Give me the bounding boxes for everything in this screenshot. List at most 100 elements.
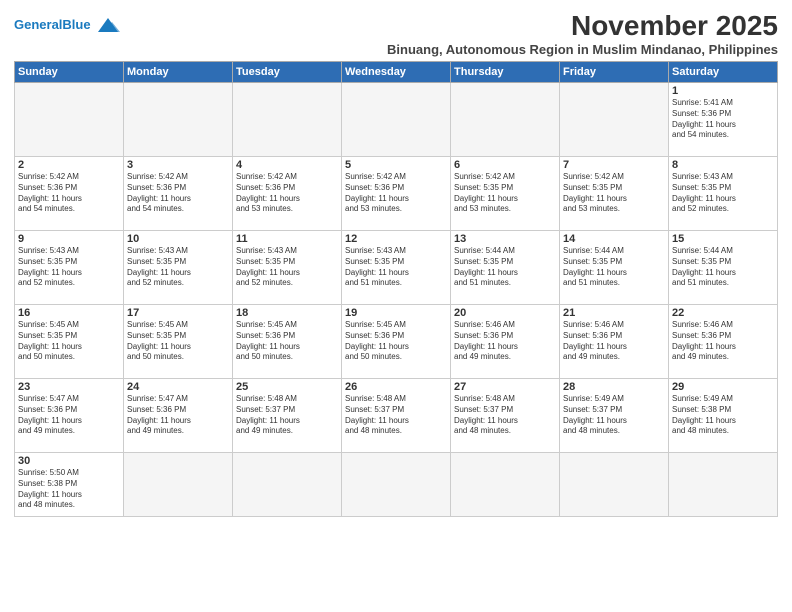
day-info: Sunrise: 5:49 AM Sunset: 5:38 PM Dayligh…: [672, 394, 774, 437]
weekday-header: Thursday: [451, 62, 560, 83]
calendar-cell: [451, 453, 560, 517]
title-block: November 2025 Binuang, Autonomous Region…: [387, 10, 778, 57]
calendar-cell: [233, 453, 342, 517]
day-info: Sunrise: 5:46 AM Sunset: 5:36 PM Dayligh…: [454, 320, 556, 363]
calendar-cell: 11Sunrise: 5:43 AM Sunset: 5:35 PM Dayli…: [233, 231, 342, 305]
day-info: Sunrise: 5:43 AM Sunset: 5:35 PM Dayligh…: [18, 246, 120, 289]
calendar-cell: 12Sunrise: 5:43 AM Sunset: 5:35 PM Dayli…: [342, 231, 451, 305]
day-number: 23: [18, 381, 120, 393]
header: GeneralBlue November 2025 Binuang, Auton…: [14, 10, 778, 57]
day-number: 25: [236, 381, 338, 393]
subtitle: Binuang, Autonomous Region in Muslim Min…: [387, 42, 778, 57]
day-number: 26: [345, 381, 447, 393]
calendar-cell: [124, 83, 233, 157]
day-number: 17: [127, 307, 229, 319]
day-number: 6: [454, 159, 556, 171]
day-number: 27: [454, 381, 556, 393]
day-number: 11: [236, 233, 338, 245]
day-number: 14: [563, 233, 665, 245]
day-number: 9: [18, 233, 120, 245]
weekday-header: Tuesday: [233, 62, 342, 83]
calendar-week-row: 30Sunrise: 5:50 AM Sunset: 5:38 PM Dayli…: [15, 453, 778, 517]
day-info: Sunrise: 5:43 AM Sunset: 5:35 PM Dayligh…: [236, 246, 338, 289]
day-info: Sunrise: 5:48 AM Sunset: 5:37 PM Dayligh…: [345, 394, 447, 437]
calendar-cell: [560, 453, 669, 517]
calendar-cell: 24Sunrise: 5:47 AM Sunset: 5:36 PM Dayli…: [124, 379, 233, 453]
calendar-cell: 29Sunrise: 5:49 AM Sunset: 5:38 PM Dayli…: [669, 379, 778, 453]
weekday-header: Wednesday: [342, 62, 451, 83]
calendar-cell: 19Sunrise: 5:45 AM Sunset: 5:36 PM Dayli…: [342, 305, 451, 379]
calendar-cell: [124, 453, 233, 517]
day-number: 13: [454, 233, 556, 245]
day-number: 2: [18, 159, 120, 171]
calendar-cell: [15, 83, 124, 157]
calendar-table: SundayMondayTuesdayWednesdayThursdayFrid…: [14, 61, 778, 517]
day-number: 7: [563, 159, 665, 171]
day-info: Sunrise: 5:41 AM Sunset: 5:36 PM Dayligh…: [672, 98, 774, 141]
weekday-header: Friday: [560, 62, 669, 83]
calendar-week-row: 2 Sunrise: 5:42 AM Sunset: 5:36 PM Daylig…: [15, 157, 778, 231]
calendar-week-row: 1Sunrise: 5:41 AM Sunset: 5:36 PM Daylig…: [15, 83, 778, 157]
calendar-cell: [342, 453, 451, 517]
calendar-cell: 21Sunrise: 5:46 AM Sunset: 5:36 PM Dayli…: [560, 305, 669, 379]
calendar-cell: [342, 83, 451, 157]
day-number: 15: [672, 233, 774, 245]
day-number: 1: [672, 85, 774, 97]
calendar-cell: 15Sunrise: 5:44 AM Sunset: 5:35 PM Dayli…: [669, 231, 778, 305]
day-info: Sunrise: 5:46 AM Sunset: 5:36 PM Dayligh…: [563, 320, 665, 363]
calendar-cell: 2Sunrise: 5:42 AM Sunset: 5:36 PM Daylig…: [15, 157, 124, 231]
day-info: Sunrise: 5:43 AM Sunset: 5:35 PM Dayligh…: [127, 246, 229, 289]
day-info: Sunrise: 5:44 AM Sunset: 5:35 PM Dayligh…: [563, 246, 665, 289]
month-title: November 2025: [387, 10, 778, 42]
day-info: Sunrise: 5:44 AM Sunset: 5:35 PM Dayligh…: [454, 246, 556, 289]
day-number: 21: [563, 307, 665, 319]
calendar-cell: 5Sunrise: 5:42 AM Sunset: 5:36 PM Daylig…: [342, 157, 451, 231]
day-number: 24: [127, 381, 229, 393]
day-info: Sunrise: 5:48 AM Sunset: 5:37 PM Dayligh…: [454, 394, 556, 437]
day-number: 19: [345, 307, 447, 319]
day-info: Sunrise: 5:42 AM Sunset: 5:36 PM Dayligh…: [236, 172, 338, 215]
calendar-cell: 28Sunrise: 5:49 AM Sunset: 5:37 PM Dayli…: [560, 379, 669, 453]
logo-blue: Blue: [62, 17, 90, 32]
page: GeneralBlue November 2025 Binuang, Auton…: [0, 0, 792, 612]
calendar-cell: 10Sunrise: 5:43 AM Sunset: 5:35 PM Dayli…: [124, 231, 233, 305]
day-info: Sunrise: 5:43 AM Sunset: 5:35 PM Dayligh…: [672, 172, 774, 215]
calendar-cell: [560, 83, 669, 157]
calendar-week-row: 23Sunrise: 5:47 AM Sunset: 5:36 PM Dayli…: [15, 379, 778, 453]
day-number: 29: [672, 381, 774, 393]
day-info: Sunrise: 5:43 AM Sunset: 5:35 PM Dayligh…: [345, 246, 447, 289]
day-info: Sunrise: 5:47 AM Sunset: 5:36 PM Dayligh…: [18, 394, 120, 437]
day-number: 30: [18, 455, 120, 467]
day-number: 28: [563, 381, 665, 393]
day-info: Sunrise: 5:45 AM Sunset: 5:35 PM Dayligh…: [127, 320, 229, 363]
day-number: 8: [672, 159, 774, 171]
day-number: 5: [345, 159, 447, 171]
day-info: Sunrise: 5:42 AM Sunset: 5:36 PM Dayligh…: [127, 172, 229, 215]
day-info: Sunrise: 5:42 AM Sunset: 5:35 PM Dayligh…: [563, 172, 665, 215]
logo: GeneralBlue: [14, 14, 122, 36]
day-number: 4: [236, 159, 338, 171]
calendar-cell: 7Sunrise: 5:42 AM Sunset: 5:35 PM Daylig…: [560, 157, 669, 231]
day-number: 22: [672, 307, 774, 319]
calendar-cell: [233, 83, 342, 157]
calendar-cell: 14Sunrise: 5:44 AM Sunset: 5:35 PM Dayli…: [560, 231, 669, 305]
calendar-week-row: 9Sunrise: 5:43 AM Sunset: 5:35 PM Daylig…: [15, 231, 778, 305]
day-info: Sunrise: 5:50 AM Sunset: 5:38 PM Dayligh…: [18, 468, 120, 511]
calendar-cell: 22Sunrise: 5:46 AM Sunset: 5:36 PM Dayli…: [669, 305, 778, 379]
calendar-cell: 3Sunrise: 5:42 AM Sunset: 5:36 PM Daylig…: [124, 157, 233, 231]
calendar-cell: 18Sunrise: 5:45 AM Sunset: 5:36 PM Dayli…: [233, 305, 342, 379]
calendar-cell: 20Sunrise: 5:46 AM Sunset: 5:36 PM Dayli…: [451, 305, 560, 379]
calendar-cell: [669, 453, 778, 517]
weekday-header: Sunday: [15, 62, 124, 83]
calendar-header-row: SundayMondayTuesdayWednesdayThursdayFrid…: [15, 62, 778, 83]
day-info: Sunrise: 5:44 AM Sunset: 5:35 PM Dayligh…: [672, 246, 774, 289]
day-number: 10: [127, 233, 229, 245]
day-info: Sunrise: 5:48 AM Sunset: 5:37 PM Dayligh…: [236, 394, 338, 437]
day-info: Sunrise: 5:45 AM Sunset: 5:36 PM Dayligh…: [345, 320, 447, 363]
day-info: Sunrise: 5:46 AM Sunset: 5:36 PM Dayligh…: [672, 320, 774, 363]
day-number: 16: [18, 307, 120, 319]
weekday-header: Monday: [124, 62, 233, 83]
calendar-cell: 6Sunrise: 5:42 AM Sunset: 5:35 PM Daylig…: [451, 157, 560, 231]
day-number: 18: [236, 307, 338, 319]
day-info: Sunrise: 5:49 AM Sunset: 5:37 PM Dayligh…: [563, 394, 665, 437]
